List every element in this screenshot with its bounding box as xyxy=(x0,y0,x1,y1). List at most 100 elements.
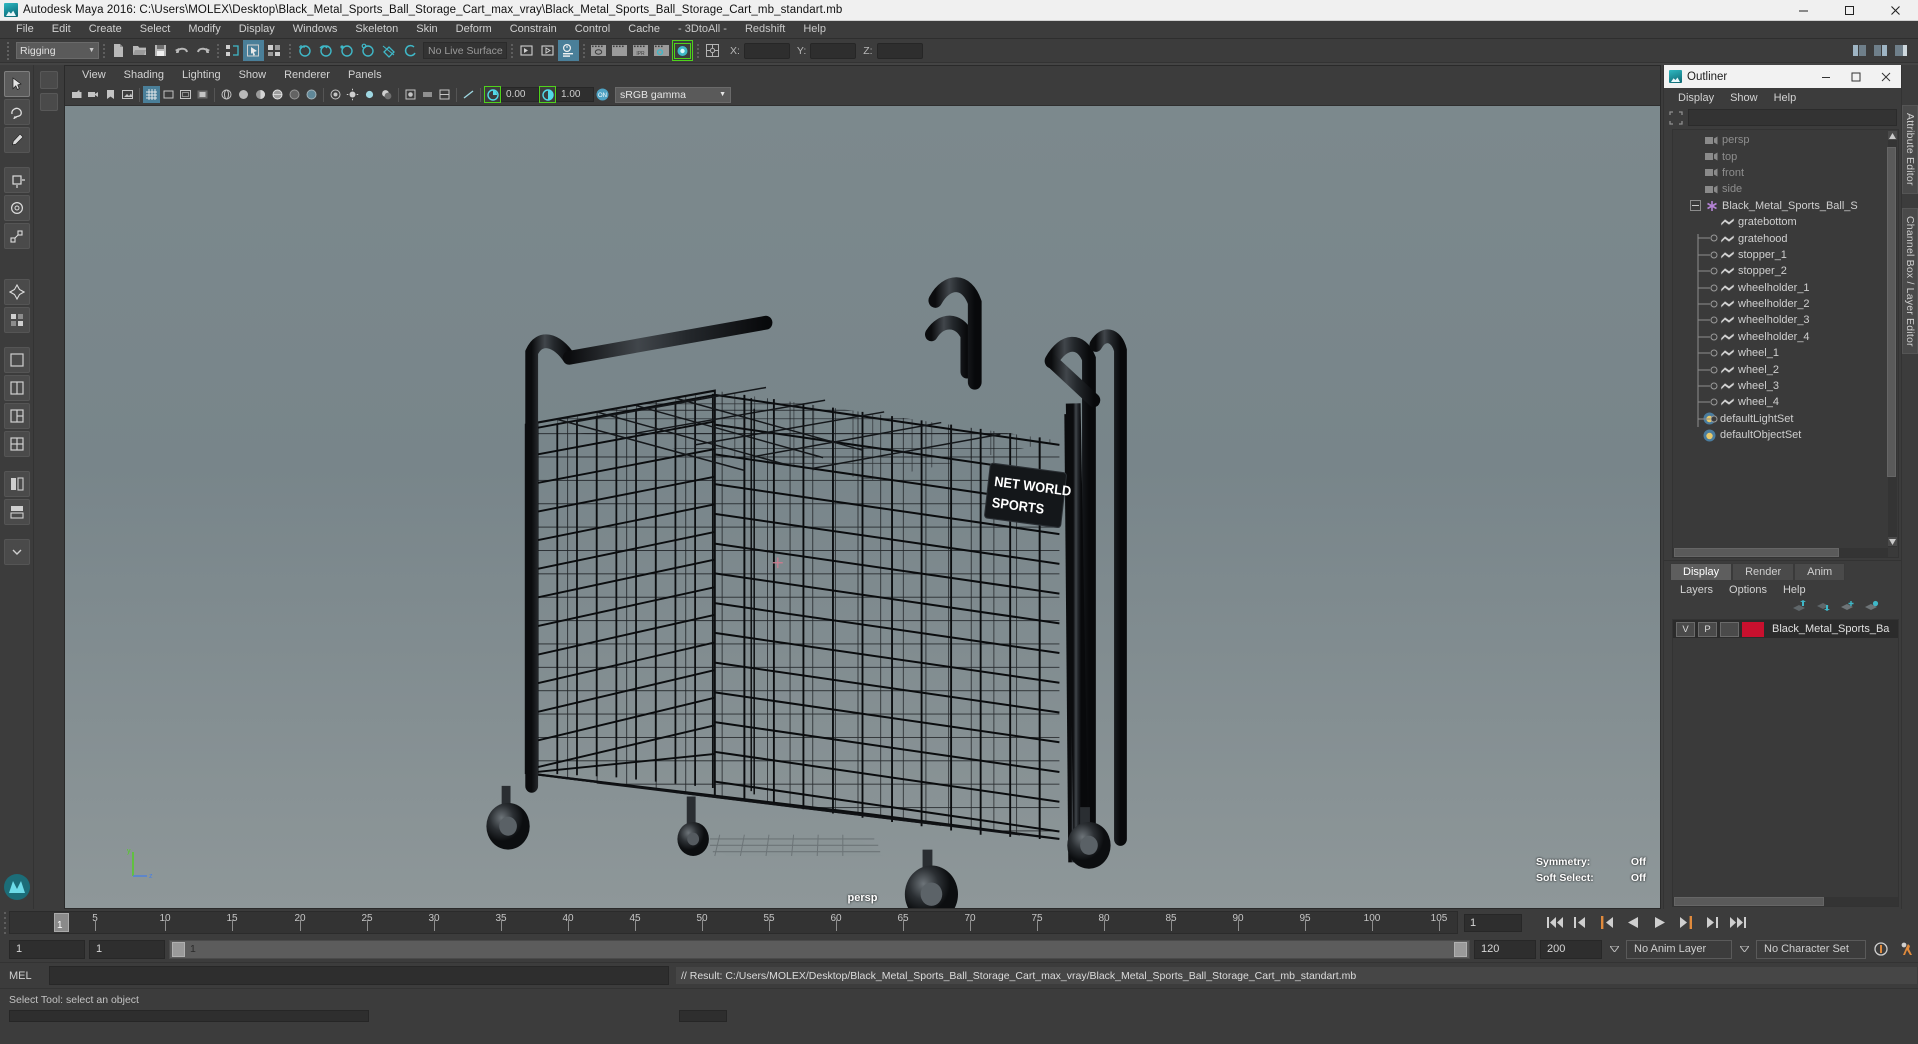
xray-joints-icon[interactable] xyxy=(303,86,320,103)
lighting-default-icon[interactable] xyxy=(344,86,361,103)
play-forwards-button[interactable] xyxy=(1648,913,1670,933)
motion-blur-icon[interactable] xyxy=(419,86,436,103)
collapse-expander-icon[interactable] xyxy=(1690,200,1701,212)
render-sequence-button[interactable] xyxy=(537,40,558,61)
range-start-field-2[interactable]: 1 xyxy=(89,939,165,959)
frame-selection-icon[interactable] xyxy=(1668,110,1684,126)
render-globals-button[interactable] xyxy=(651,40,672,61)
time-slider-grip[interactable] xyxy=(0,909,9,936)
range-right-handle[interactable] xyxy=(1454,941,1467,957)
tab-display[interactable]: Display xyxy=(1670,563,1733,580)
tab-attribute-editor[interactable]: Attribute Editor xyxy=(1902,105,1918,194)
outliner-close-button[interactable] xyxy=(1871,65,1901,88)
sidebar-icon-2[interactable] xyxy=(40,93,58,111)
outliner-item-side[interactable]: side xyxy=(1673,181,1887,197)
outliner-item-stopper-1[interactable]: stopper_1 xyxy=(1673,247,1887,263)
exposure-value[interactable]: 0.00 xyxy=(501,87,539,102)
render-settings-button[interactable] xyxy=(558,40,579,61)
shadows-icon[interactable] xyxy=(378,86,395,103)
menu-constrain[interactable]: Constrain xyxy=(501,21,566,38)
layer-list-horizontal-scrollbar[interactable] xyxy=(1673,897,1898,906)
color-management-toggle-icon[interactable] xyxy=(460,86,477,103)
color-management-on-icon[interactable]: ON xyxy=(594,86,611,103)
show-hide-channel-box-button[interactable] xyxy=(1891,40,1912,61)
help-field-right[interactable] xyxy=(679,1010,727,1022)
range-start-field[interactable]: 1 xyxy=(9,939,85,959)
menu-control[interactable]: Control xyxy=(566,21,619,38)
menu-display[interactable]: Display xyxy=(230,21,284,38)
single-pane-layout-button[interactable] xyxy=(3,347,30,373)
play-backwards-button[interactable] xyxy=(1622,913,1644,933)
range-slider-bar[interactable]: 1 xyxy=(169,939,1470,959)
viewport-menu-shading[interactable]: Shading xyxy=(115,69,173,81)
layer-playback-toggle[interactable]: P xyxy=(1698,621,1717,637)
layer-list[interactable]: V P Black_Metal_Sports_Ba xyxy=(1672,619,1899,907)
menu-help[interactable]: Help xyxy=(794,21,835,38)
outliner-item-wheelholder-2[interactable]: wheelholder_2 xyxy=(1673,296,1887,312)
current-frame-field[interactable]: 1 xyxy=(1464,913,1522,932)
layer-menu-help[interactable]: Help xyxy=(1775,584,1814,596)
select-component-button[interactable] xyxy=(264,40,285,61)
layer-list-scroll-thumb[interactable] xyxy=(1674,897,1824,906)
outliner-item-default-light-set[interactable]: defaultLightSet xyxy=(1673,411,1887,427)
menu-create[interactable]: Create xyxy=(80,21,131,38)
snap-point-button[interactable] xyxy=(336,40,357,61)
chevron-down-icon[interactable] xyxy=(1736,940,1752,959)
make-live-button[interactable] xyxy=(399,40,420,61)
go-to-end-button[interactable] xyxy=(1726,913,1748,933)
range-left-handle[interactable] xyxy=(172,941,185,957)
current-time-indicator[interactable]: 1 xyxy=(54,913,69,932)
screen-space-ao-icon[interactable] xyxy=(402,86,419,103)
wireframe-shading-icon[interactable] xyxy=(218,86,235,103)
last-tool-used[interactable] xyxy=(3,307,30,333)
smooth-shade-all-icon[interactable] xyxy=(235,86,252,103)
outliner-menu-help[interactable]: Help xyxy=(1766,92,1805,104)
menu-edit[interactable]: Edit xyxy=(43,21,80,38)
outliner-item-wheel-4[interactable]: wheel_4 xyxy=(1673,394,1887,410)
sidebar-icon-1[interactable] xyxy=(40,71,58,89)
menu-set-selector[interactable]: Rigging ▼ xyxy=(16,42,99,59)
multisample-icon[interactable] xyxy=(436,86,453,103)
command-input[interactable] xyxy=(49,966,669,985)
select-object-button[interactable] xyxy=(243,40,264,61)
two-pane-layout-button[interactable] xyxy=(3,375,30,401)
toolbar-grip[interactable] xyxy=(4,41,12,61)
viewport-menu-view[interactable]: View xyxy=(73,69,115,81)
menu-skin[interactable]: Skin xyxy=(407,21,446,38)
go-to-start-button[interactable] xyxy=(1544,913,1566,933)
chevron-down-icon[interactable] xyxy=(1606,940,1622,959)
new-scene-button[interactable] xyxy=(108,40,129,61)
more-layouts-button[interactable] xyxy=(3,539,30,565)
redo-render-button[interactable] xyxy=(609,40,630,61)
select-camera-icon[interactable] xyxy=(68,86,85,103)
viewport-menu-panels[interactable]: Panels xyxy=(339,69,391,81)
menu-deform[interactable]: Deform xyxy=(447,21,501,38)
viewport-menu-renderer[interactable]: Renderer xyxy=(275,69,339,81)
outliner-layout-button[interactable] xyxy=(3,471,30,497)
minimize-button[interactable] xyxy=(1780,0,1826,21)
camera-attributes-icon[interactable] xyxy=(85,86,102,103)
outliner-item-default-object-set[interactable]: defaultObjectSet xyxy=(1673,427,1887,443)
coord-x-input[interactable] xyxy=(743,42,790,59)
step-back-keyframe-button[interactable] xyxy=(1570,913,1592,933)
close-button[interactable] xyxy=(1872,0,1918,21)
open-render-view-button[interactable] xyxy=(516,40,537,61)
menu-windows[interactable]: Windows xyxy=(284,21,347,38)
save-scene-button[interactable] xyxy=(150,40,171,61)
snap-grid-button[interactable] xyxy=(294,40,315,61)
maximize-button[interactable] xyxy=(1826,0,1872,21)
outliner-item-persp[interactable]: persp xyxy=(1673,132,1887,148)
layer-menu-options[interactable]: Options xyxy=(1721,584,1775,596)
anim-end-field[interactable]: 120 xyxy=(1474,939,1536,959)
outliner-horizontal-scroll-thumb[interactable] xyxy=(1674,548,1839,557)
scroll-up-arrow-icon[interactable] xyxy=(1888,131,1897,140)
outliner-item-gratebottom[interactable]: gratebottom xyxy=(1673,214,1887,230)
hypergraph-layout-button[interactable] xyxy=(3,499,30,525)
time-slider-track[interactable]: 1 5 10 15 20 25 30 35 40 45 50 55 60 65 … xyxy=(9,911,1458,934)
outliner-menu-show[interactable]: Show xyxy=(1722,92,1766,104)
outliner-item-front[interactable]: front xyxy=(1673,165,1887,181)
gamma-icon[interactable] xyxy=(539,86,556,103)
move-tool[interactable] xyxy=(3,167,30,193)
animation-preferences-button[interactable] xyxy=(1870,939,1892,959)
render-view-button[interactable] xyxy=(588,40,609,61)
